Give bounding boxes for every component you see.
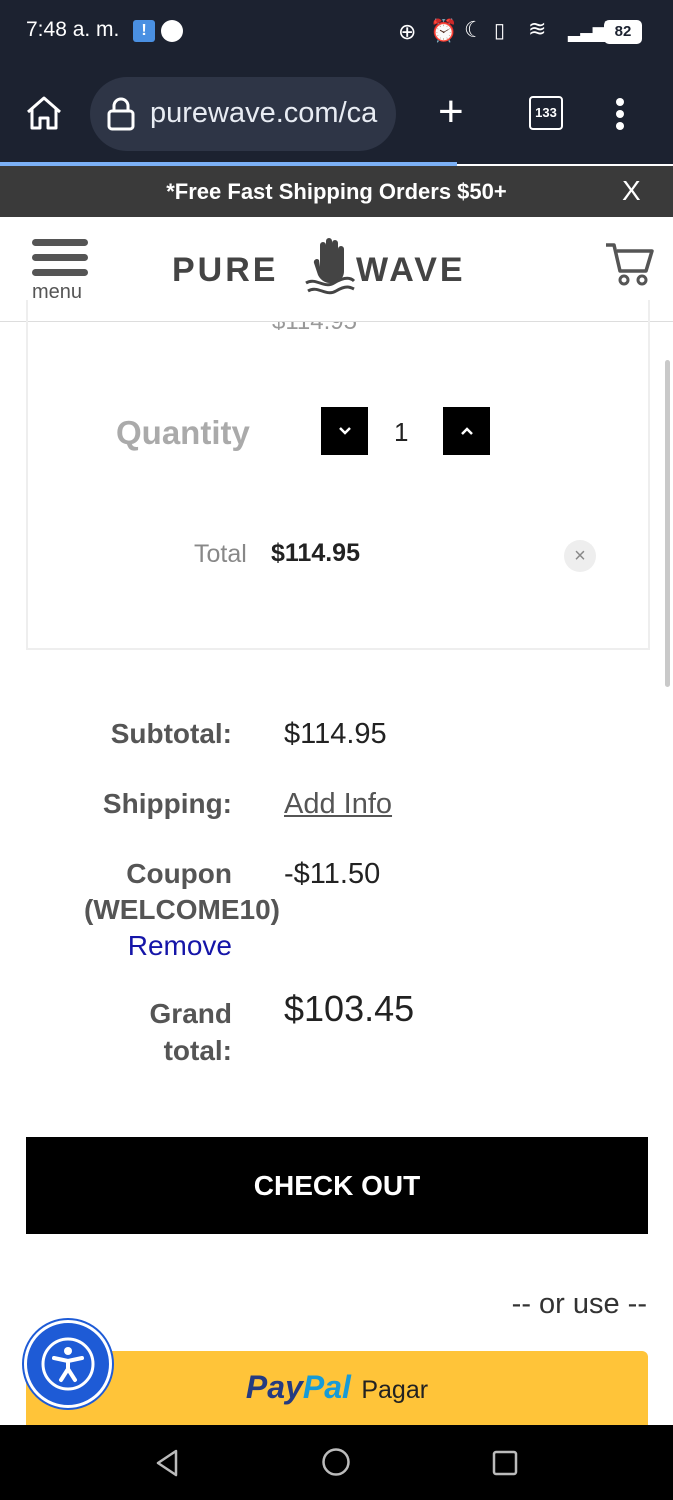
- grand-total-label-line1: Grand: [149, 998, 232, 1029]
- paypal-pay-text: Pay: [245, 1369, 303, 1405]
- subtotal-label: Subtotal:: [110, 718, 232, 749]
- shipping-label: Shipping:: [102, 788, 232, 819]
- recents-icon[interactable]: [492, 1450, 518, 1481]
- paypal-button-content: PayPal Pagar: [26, 1369, 648, 1406]
- grand-total-label-line2: total:: [163, 1035, 232, 1066]
- accessibility-icon: [40, 1336, 96, 1397]
- coupon-code: (WELCOME10): [84, 894, 280, 925]
- subtotal-value: $114.95: [284, 718, 387, 750]
- paypal-button[interactable]: PayPal Pagar: [26, 1351, 648, 1426]
- home-nav-icon[interactable]: [321, 1447, 351, 1482]
- or-use-label: -- or use --: [511, 1288, 647, 1320]
- system-nav-bar: [0, 1425, 673, 1500]
- grand-total-value: $103.45: [284, 988, 415, 1029]
- back-icon[interactable]: [154, 1449, 180, 1482]
- paypal-pagar-label: Pagar: [361, 1376, 429, 1404]
- coupon-label: Coupon: [126, 858, 232, 889]
- coupon-remove-link[interactable]: Remove: [128, 930, 232, 962]
- add-shipping-info-link[interactable]: Add Info: [284, 788, 392, 821]
- coupon-value: -$11.50: [284, 858, 381, 890]
- accessibility-button[interactable]: [24, 1320, 112, 1408]
- order-summary: Subtotal: $114.95 Shipping: Add Info Cou…: [0, 0, 673, 1100]
- checkout-button[interactable]: CHECK OUT: [26, 1137, 648, 1234]
- paypal-pal-text: Pal: [302, 1369, 351, 1405]
